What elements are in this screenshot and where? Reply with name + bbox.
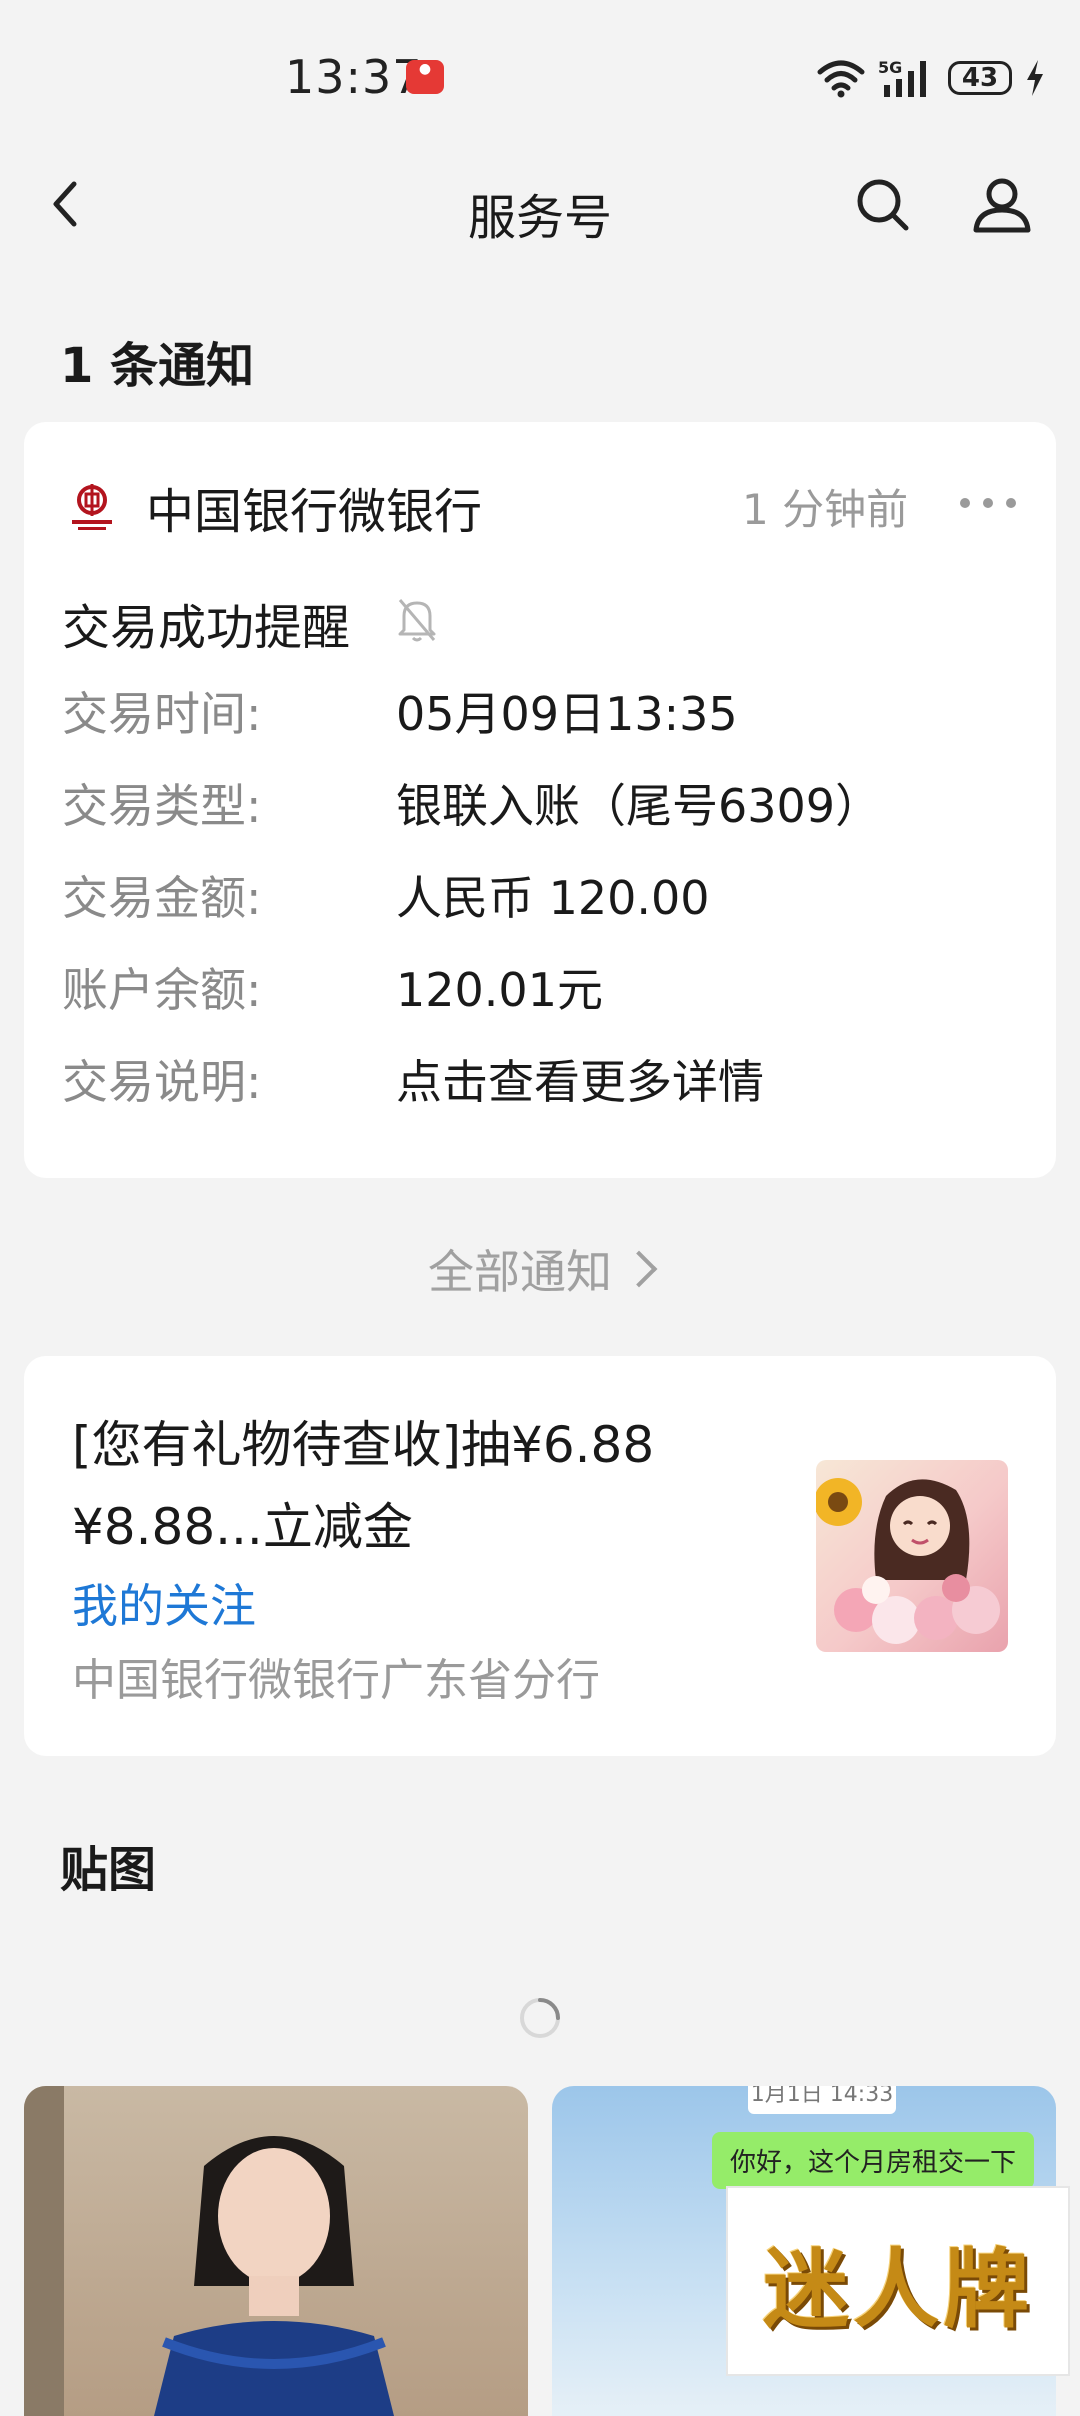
more-icon[interactable] bbox=[958, 496, 1018, 510]
detail-row-balance: 账户余额: 120.01元 bbox=[62, 954, 1022, 1017]
promo-title: [您有礼物待查收]抽¥6.88 ¥8.88...立减金 bbox=[72, 1416, 655, 1556]
detail-label: 交易说明: bbox=[62, 1055, 262, 1109]
detail-label: 账户余额: bbox=[62, 963, 262, 1017]
all-notices-label: 全部通知 bbox=[428, 1245, 612, 1299]
detail-label: 交易金额: bbox=[62, 871, 262, 925]
promo-illustration bbox=[816, 1478, 1000, 1644]
notice-time: 1 分钟前 bbox=[742, 485, 909, 534]
detail-value: 人民币 120.00 bbox=[396, 871, 710, 925]
detail-label: 交易类型: bbox=[62, 779, 262, 833]
all-notices-link[interactable]: 全部通知 bbox=[0, 1236, 1080, 1302]
mute-bell-icon[interactable] bbox=[394, 594, 440, 644]
notice-title: 交易成功提醒 bbox=[62, 600, 351, 656]
follow-tag[interactable]: 我的关注 bbox=[72, 1570, 256, 1636]
chat-preview-bubble: 你好，这个月房租交一下 bbox=[712, 2132, 1035, 2189]
detail-row-time: 交易时间: 05月09日13:35 bbox=[62, 678, 1022, 741]
detail-row-amount: 交易金额: 人民币 120.00 bbox=[62, 862, 1022, 925]
detail-value: 银联入账（尾号6309） bbox=[396, 779, 882, 833]
promo-source: 中国银行微银行广东省分行 bbox=[72, 1655, 600, 1706]
profile-icon[interactable] bbox=[970, 172, 1034, 236]
transaction-notice-card[interactable]: 中国银行微银行 1 分钟前 交易成功提醒 交易时间: 05月09日13:35 交… bbox=[24, 422, 1056, 1178]
chat-preview-time: 1月1日 14:33 bbox=[748, 2086, 896, 2114]
detail-row-type: 交易类型: 银联入账（尾号6309） bbox=[62, 770, 1022, 833]
brand-watermark: 迷人牌 bbox=[726, 2186, 1070, 2376]
notice-count-heading: 1 条通知 bbox=[60, 338, 255, 394]
bank-logo-icon bbox=[72, 484, 112, 530]
search-icon[interactable] bbox=[852, 174, 912, 234]
status-time: 13:37 bbox=[285, 50, 423, 104]
page-title: 服务号 bbox=[467, 190, 612, 246]
stickers-heading: 贴图 bbox=[60, 1842, 157, 1898]
detail-value: 120.01元 bbox=[396, 963, 603, 1017]
nav-bar: 服务号 bbox=[0, 160, 1080, 250]
payment-app-icon: ● bbox=[406, 60, 444, 94]
portrait-illustration bbox=[24, 2086, 394, 2416]
loading-spinner-icon bbox=[520, 1998, 560, 2038]
battery-icon: 43 bbox=[948, 61, 1012, 95]
sticker-photo-left[interactable] bbox=[24, 2086, 528, 2416]
network-label: 5G bbox=[878, 58, 902, 77]
detail-value: 05月09日13:35 bbox=[396, 687, 738, 741]
bank-name: 中国银行微银行 bbox=[146, 484, 483, 540]
signal-5g-icon: 5G bbox=[878, 58, 926, 97]
watermark-text: 迷人牌 bbox=[763, 2239, 1033, 2340]
status-bar: 13:37 ● 5G 43 bbox=[0, 0, 1080, 160]
status-indicators: 5G 43 bbox=[816, 56, 1046, 100]
detail-label: 交易时间: bbox=[62, 687, 262, 741]
promo-thumbnail[interactable] bbox=[816, 1460, 1008, 1652]
detail-row-description: 交易说明: 点击查看更多详情 bbox=[62, 1046, 1022, 1109]
wifi-icon bbox=[817, 60, 865, 98]
detail-value[interactable]: 点击查看更多详情 bbox=[396, 1046, 764, 1112]
promo-card[interactable]: [您有礼物待查收]抽¥6.88 ¥8.88...立减金 我的关注 中国银行微银行… bbox=[24, 1356, 1056, 1756]
chevron-right-icon bbox=[620, 1250, 658, 1288]
charging-icon bbox=[1027, 60, 1043, 96]
